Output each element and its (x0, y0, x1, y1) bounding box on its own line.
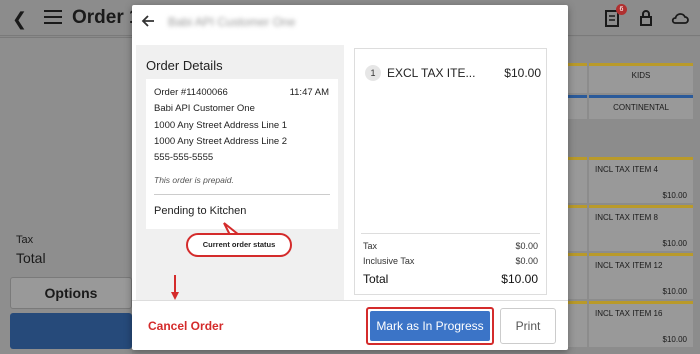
prepaid-note: This order is prepaid. (154, 175, 234, 185)
total-row: Total $10.00 (363, 272, 538, 286)
address-line-1: 1000 Any Street Address Line 1 (154, 120, 288, 131)
cloud-icon[interactable] (670, 8, 690, 28)
back-arrow-icon[interactable]: ❮ (12, 9, 27, 30)
order-time: 11:47 AM (289, 87, 329, 98)
dialog-header: Babi API Customer One (132, 5, 568, 39)
menu-tile[interactable]: KIDS (589, 63, 693, 93)
order-details-panel: Order Details Order #11400066 11:47 AM B… (136, 45, 344, 300)
order-info-card: Order #11400066 11:47 AM Babi API Custom… (146, 79, 338, 229)
menu-tile[interactable]: INCL TAX ITEM 12 $10.00 (589, 253, 693, 299)
menu-tiles-panel: KIDS CONTINENTAL INCL TAX ITEM 4 $10.00 … (567, 37, 700, 354)
order-details-heading: Order Details (146, 58, 223, 73)
print-button[interactable]: Print (500, 308, 556, 344)
arrow-down-icon (171, 275, 179, 300)
phone-number: 555-555-5555 (154, 152, 214, 163)
menu-tile[interactable]: INCL TAX ITEM 16 $10.00 (589, 301, 693, 347)
mark-in-progress-button[interactable]: Mark as In Progress (366, 307, 494, 345)
inclusive-tax-row: Inclusive Tax $0.00 (363, 256, 538, 266)
total-label: Total (16, 250, 46, 266)
item-quantity: 1 (365, 65, 381, 81)
order-number: Order #11400066 (154, 87, 228, 98)
dialog-title: Babi API Customer One (168, 15, 296, 29)
address-line-2: 1000 Any Street Address Line 2 (154, 136, 288, 147)
customer-name: Babi API Customer One (154, 103, 255, 114)
cancel-order-button[interactable]: Cancel Order (148, 319, 223, 333)
order-details-dialog: Babi API Customer One Order Details Orde… (132, 5, 568, 350)
menu-tile[interactable]: INCL TAX ITEM 8 $10.00 (589, 205, 693, 251)
lock-icon[interactable] (636, 8, 656, 28)
options-button[interactable]: Options (10, 277, 132, 309)
tax-label: Tax (16, 234, 34, 246)
back-arrow-icon[interactable] (140, 13, 156, 29)
tax-row: Tax $0.00 (363, 241, 538, 251)
pay-button[interactable] (10, 313, 132, 349)
menu-tile[interactable]: INCL TAX ITEM 4 $10.00 (589, 157, 693, 203)
item-price: $10.00 (504, 66, 541, 80)
order-sidebar: Tax Total Options (0, 37, 132, 354)
order-item-row[interactable]: 1 EXCL TAX ITE... $10.00 (365, 63, 541, 83)
receipt-icon[interactable]: 6 (602, 4, 627, 28)
status-callout: Current order status (186, 233, 292, 257)
menu-tile[interactable]: CONTINENTAL (589, 95, 693, 119)
order-items-panel: 1 EXCL TAX ITE... $10.00 Tax $0.00 Inclus… (354, 48, 547, 295)
hamburger-menu-icon[interactable] (44, 10, 62, 24)
notification-badge: 6 (616, 4, 627, 15)
item-name: EXCL TAX ITE... (387, 66, 476, 80)
